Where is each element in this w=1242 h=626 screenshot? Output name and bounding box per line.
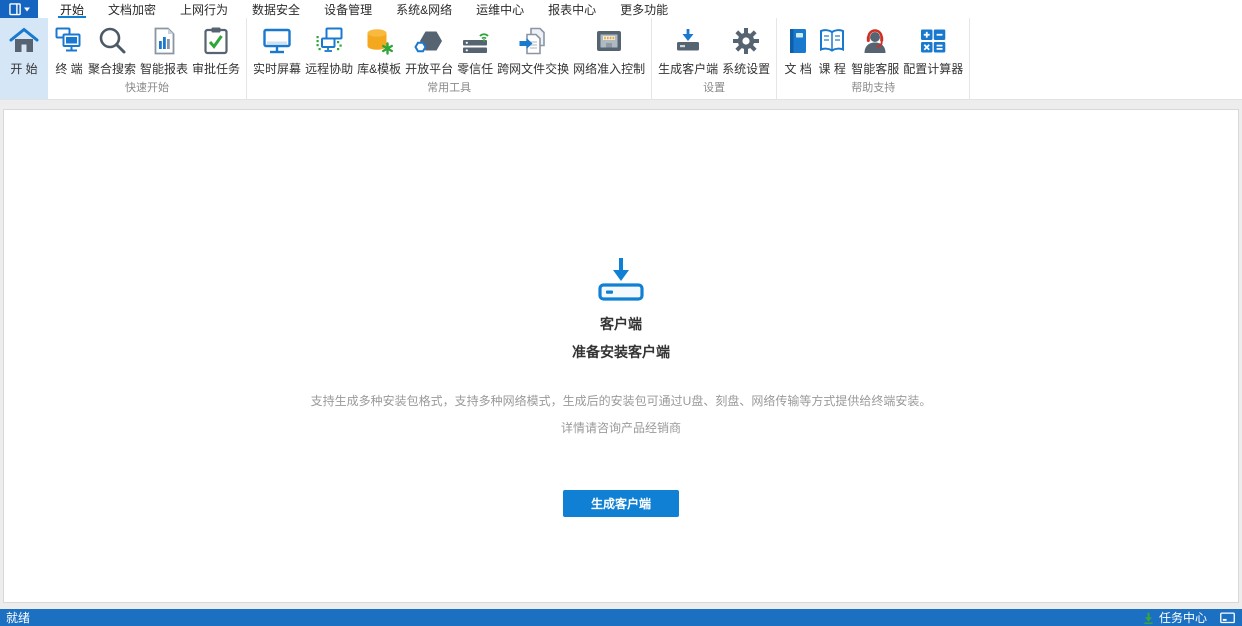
menu-tab-device-management[interactable]: 设备管理 xyxy=(324,0,372,18)
ribbon-group-common-tools: 实时屏幕 远程协助 库&模板 开放平台 零信任 跨网文件交换 网络准入控制 常用… xyxy=(247,18,653,99)
ribbon-item-home[interactable]: 开 始 xyxy=(0,18,48,99)
ribbon-item-realtime-screen[interactable]: 实时屏幕 xyxy=(252,26,302,77)
search-icon xyxy=(99,27,126,54)
tray-monitor-button[interactable] xyxy=(1220,611,1235,624)
app-menu-button[interactable] xyxy=(0,0,38,18)
generate-client-icon xyxy=(677,29,700,51)
ribbon-item-label: 实时屏幕 xyxy=(253,62,302,76)
ribbon-item-label: 跨网文件交换 xyxy=(497,62,570,76)
ribbon-group-settings: 生成客户端 系统设置 设置 xyxy=(652,18,778,99)
application-window: 开始 文档加密 上网行为 数据安全 设备管理 系统&网络 运维中心 报表中心 更… xyxy=(0,0,1242,626)
terminal-icon xyxy=(55,27,81,52)
menu-tabs: 开始 文档加密 上网行为 数据安全 设备管理 系统&网络 运维中心 报表中心 更… xyxy=(48,0,680,18)
ribbon-item-smart-report[interactable]: 智能报表 xyxy=(139,26,189,77)
menu-tab-doc-encryption[interactable]: 文档加密 xyxy=(108,0,156,18)
status-text: 就绪 xyxy=(6,611,31,625)
statusbar: 就绪 任务中心 xyxy=(0,609,1242,626)
menu-tab-ops-center[interactable]: 运维中心 xyxy=(476,0,524,18)
realtime-screen-icon xyxy=(263,28,291,54)
main-area: 客户端 准备安装客户端 支持生成多种安装包格式，支持多种网络模式，生成后的安装包… xyxy=(0,100,1242,609)
menu-tab-web-behavior[interactable]: 上网行为 xyxy=(180,0,228,18)
ribbon-item-label: 配置计算器 xyxy=(903,62,964,76)
zero-trust-icon xyxy=(463,33,489,53)
menu-tab-report-center[interactable]: 报表中心 xyxy=(548,0,596,18)
home-icon xyxy=(9,27,39,52)
menubar: 开始 文档加密 上网行为 数据安全 设备管理 系统&网络 运维中心 报表中心 更… xyxy=(0,0,1242,18)
ribbon-item-remote-assist[interactable]: 远程协助 xyxy=(304,26,354,77)
smart-report-icon xyxy=(154,27,175,55)
ribbon-item-config-calculator[interactable]: 配置计算器 xyxy=(902,26,964,77)
statusbar-right: 任务中心 xyxy=(1142,609,1242,626)
ribbon-item-label: 智能客服 xyxy=(851,62,900,76)
ribbon-item-approval-tasks[interactable]: 审批任务 xyxy=(191,26,241,77)
ribbon-group-caption: 快速开始 xyxy=(125,82,170,94)
menu-tab-system-network[interactable]: 系统&网络 xyxy=(396,0,452,18)
ribbon-item-label: 系统设置 xyxy=(722,62,771,76)
ribbon-toolbar: 开 始 终 端 聚合搜索 智能报表 审批任务 快速开始 实时屏幕 远程协助 库&… xyxy=(0,18,1242,100)
ribbon-item-terminal[interactable]: 终 端 xyxy=(53,26,85,77)
ribbon-group-caption: 帮助支持 xyxy=(851,82,896,94)
approval-tasks-icon xyxy=(204,27,228,55)
chevron-down-icon xyxy=(23,7,30,11)
ribbon-item-label: 智能报表 xyxy=(140,62,189,76)
tray-monitor-icon xyxy=(1220,611,1235,623)
client-description-line2: 详情请咨询产品经销商 xyxy=(560,421,681,435)
network-access-icon xyxy=(597,31,622,51)
ribbon-item-label: 审批任务 xyxy=(192,62,241,76)
client-download-icon xyxy=(598,258,644,301)
ribbon-item-network-access-control[interactable]: 网络准入控制 xyxy=(572,26,646,77)
ribbon-item-zero-trust[interactable]: 零信任 xyxy=(456,26,494,77)
ribbon-item-label: 课 程 xyxy=(818,62,846,76)
ribbon-group-caption: 常用工具 xyxy=(427,82,472,94)
ribbon-group-caption: 设置 xyxy=(703,82,726,94)
ribbon-item-label: 开 始 xyxy=(10,62,38,76)
ribbon-item-label: 聚合搜索 xyxy=(88,62,137,76)
ribbon-item-documents[interactable]: 文 档 xyxy=(782,26,814,77)
calculator-icon xyxy=(921,29,946,53)
ribbon-item-label: 终 端 xyxy=(55,62,83,76)
ribbon-item-label: 网络准入控制 xyxy=(573,62,646,76)
client-title: 客户端 xyxy=(600,316,642,332)
task-center-button[interactable]: 任务中心 xyxy=(1142,609,1207,626)
client-subtitle: 准备安装客户端 xyxy=(572,344,670,360)
ribbon-item-file-exchange[interactable]: 跨网文件交换 xyxy=(496,26,570,77)
menu-tab-more-features[interactable]: 更多功能 xyxy=(620,0,668,18)
ribbon-item-library-template[interactable]: 库&模板 xyxy=(356,26,402,77)
ribbon-item-smart-support[interactable]: 智能客服 xyxy=(850,26,900,77)
content-panel: 客户端 准备安装客户端 支持生成多种安装包格式，支持多种网络模式，生成后的安装包… xyxy=(3,109,1239,603)
ribbon-item-courses[interactable]: 课 程 xyxy=(816,26,848,77)
document-icon xyxy=(790,29,807,53)
ribbon-group-quick-start: 终 端 聚合搜索 智能报表 审批任务 快速开始 xyxy=(48,18,248,99)
client-description-line1: 支持生成多种安装包格式，支持多种网络模式，生成后的安装包可通过U盘、刻盘、网络传… xyxy=(310,394,932,408)
course-icon xyxy=(820,29,845,52)
task-center-label: 任务中心 xyxy=(1158,611,1207,625)
app-window-icon xyxy=(8,2,21,15)
remote-assist-icon xyxy=(316,27,343,52)
ribbon-item-label: 开放平台 xyxy=(405,62,454,76)
open-platform-icon xyxy=(414,31,443,53)
ribbon-group-help-support: 文 档 课 程 智能客服 配置计算器 帮助支持 xyxy=(777,18,971,99)
system-settings-icon xyxy=(733,28,760,54)
download-arrow-icon xyxy=(1144,612,1153,624)
library-template-icon xyxy=(367,29,394,55)
ribbon-item-aggregate-search[interactable]: 聚合搜索 xyxy=(87,26,137,77)
ribbon-item-generate-client[interactable]: 生成客户端 xyxy=(657,26,719,77)
file-exchange-icon xyxy=(519,27,545,55)
ribbon-item-label: 生成客户端 xyxy=(658,62,719,76)
ribbon-item-label: 库&模板 xyxy=(357,62,402,76)
generate-client-button[interactable]: 生成客户端 xyxy=(563,490,679,517)
ribbon-item-system-settings[interactable]: 系统设置 xyxy=(721,26,771,77)
menu-tab-data-security[interactable]: 数据安全 xyxy=(252,0,300,18)
menu-tab-start[interactable]: 开始 xyxy=(57,0,87,18)
ribbon-item-label: 文 档 xyxy=(784,62,812,76)
ribbon-item-open-platform[interactable]: 开放平台 xyxy=(404,26,454,77)
ribbon-item-label: 零信任 xyxy=(457,62,494,76)
ribbon-item-label: 远程协助 xyxy=(305,62,354,76)
support-agent-icon xyxy=(864,29,886,53)
